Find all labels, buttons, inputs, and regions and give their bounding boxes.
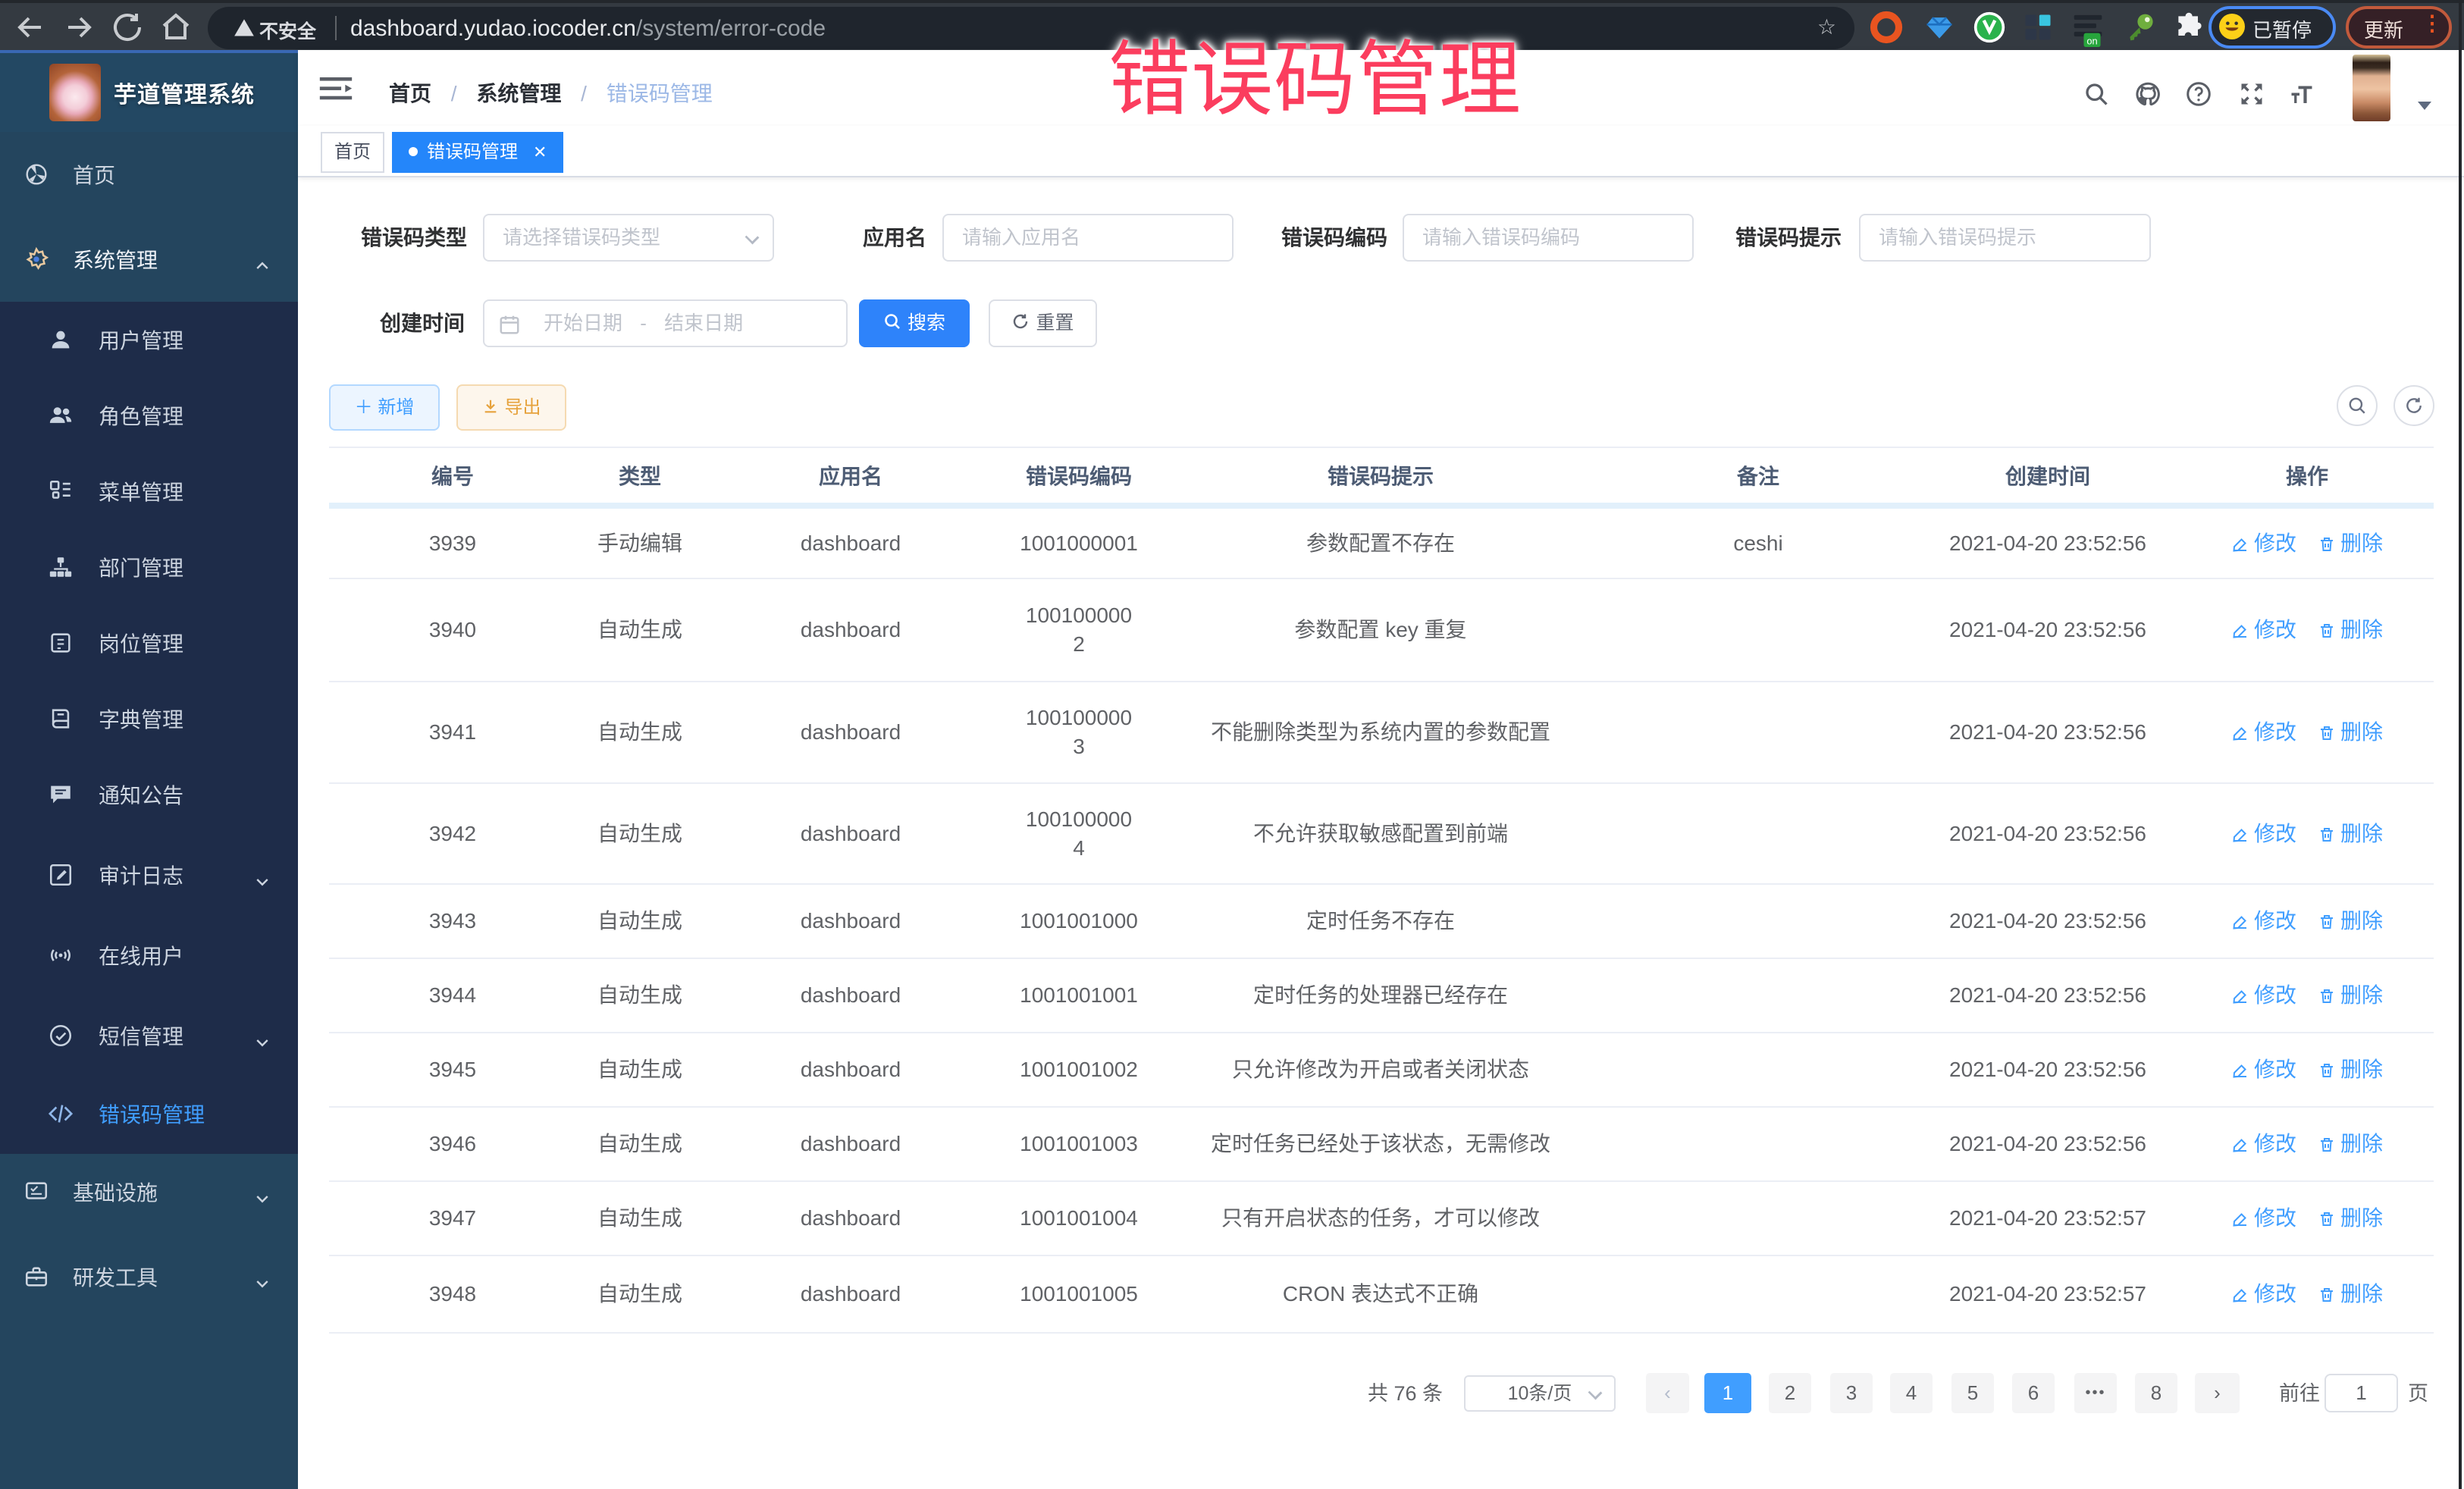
svg-text:on: on [2086, 35, 2097, 46]
